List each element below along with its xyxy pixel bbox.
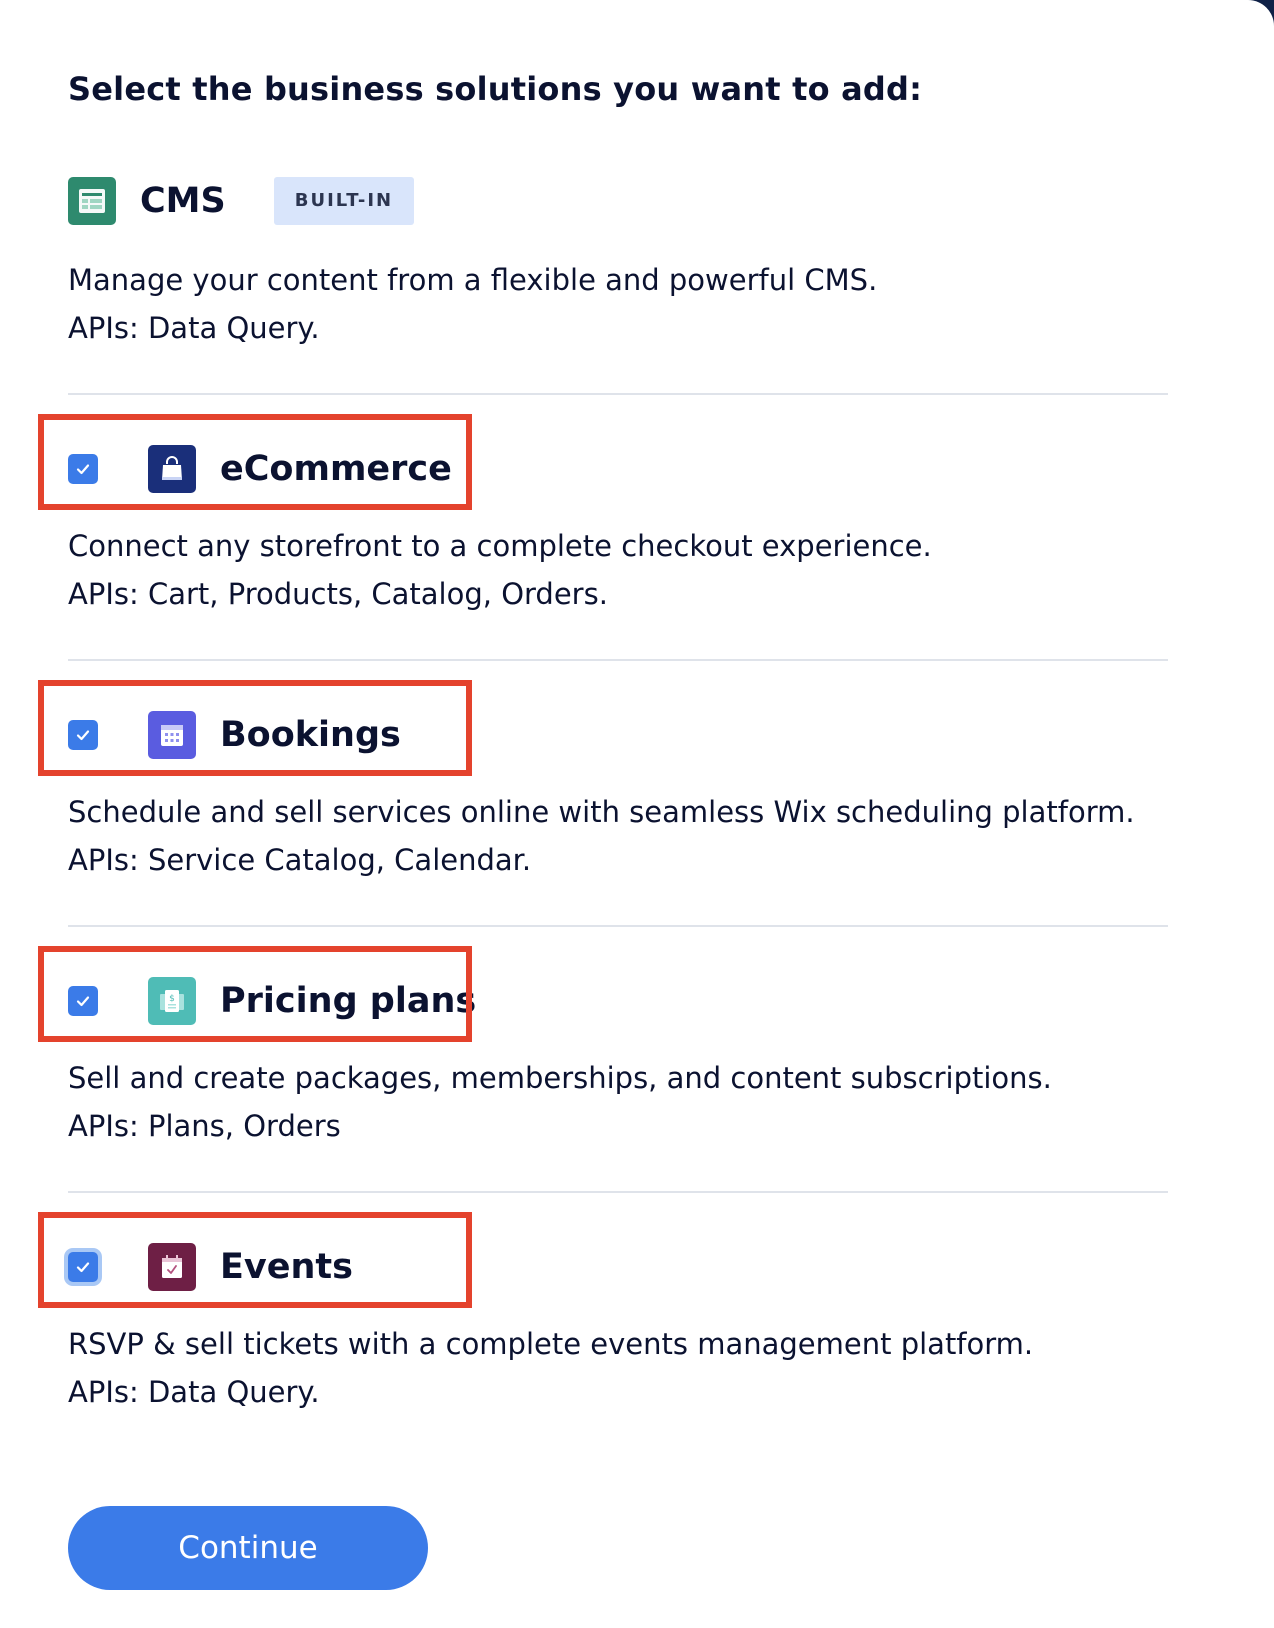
cms-apis-text: APIs: Data Query. [68,311,320,345]
solution-row-events[interactable]: Events [68,1243,353,1291]
ecommerce-description: Connect any storefront to a complete che… [68,522,932,618]
pricing-plans-apis-text: APIs: Plans, Orders [68,1109,341,1143]
cms-description: Manage your content from a flexible and … [68,256,877,352]
bookings-description: Schedule and sell services online with s… [68,788,1135,884]
calendar-grid-icon [148,711,196,759]
checkmark-icon [76,996,90,1007]
svg-text:$: $ [169,994,175,1004]
solution-row-ecommerce[interactable]: eCommerce [68,445,452,493]
bookings-checkbox[interactable] [68,720,98,750]
page-title: Select the business solutions you want t… [68,70,923,108]
events-apis-text: APIs: Data Query. [68,1375,320,1409]
bookings-apis-text: APIs: Service Catalog, Calendar. [68,843,532,877]
shopping-bag-icon [148,445,196,493]
pricing-plans-title: Pricing plans [220,981,477,1021]
events-description: RSVP & sell tickets with a complete even… [68,1320,1033,1416]
events-description-text: RSVP & sell tickets with a complete even… [68,1327,1034,1361]
bookings-description-text: Schedule and sell services online with s… [68,795,1135,829]
divider [68,393,1168,395]
checkmark-icon [76,730,90,741]
pricing-plans-description: Sell and create packages, memberships, a… [68,1054,1052,1150]
price-tag-icon: $ [148,977,196,1025]
solution-row-bookings[interactable]: Bookings [68,711,401,759]
ecommerce-description-text: Connect any storefront to a complete che… [68,529,932,563]
pricing-plans-description-text: Sell and create packages, memberships, a… [68,1061,1052,1095]
pricing-plans-checkbox[interactable] [68,986,98,1016]
divider [68,659,1168,661]
cms-row: CMS BUILT-IN [68,177,415,225]
solution-row-pricing-plans[interactable]: $ Pricing plans [68,977,476,1025]
calendar-check-icon [148,1243,196,1291]
ecommerce-title: eCommerce [220,449,452,489]
ecommerce-apis-text: APIs: Cart, Products, Catalog, Orders. [68,577,608,611]
solutions-dialog: Select the business solutions you want t… [0,0,1274,1628]
checkmark-icon [76,464,90,475]
events-title: Events [220,1247,353,1287]
cms-title: CMS [140,181,226,221]
divider [68,925,1168,927]
divider [68,1191,1168,1193]
ecommerce-checkbox[interactable] [68,454,98,484]
cms-table-icon [68,177,116,225]
events-checkbox[interactable] [68,1252,98,1282]
cms-description-text: Manage your content from a flexible and … [68,263,878,297]
checkmark-icon [76,1262,90,1273]
bookings-title: Bookings [220,715,401,755]
continue-button[interactable]: Continue [68,1506,428,1590]
built-in-badge: BUILT-IN [273,177,415,225]
